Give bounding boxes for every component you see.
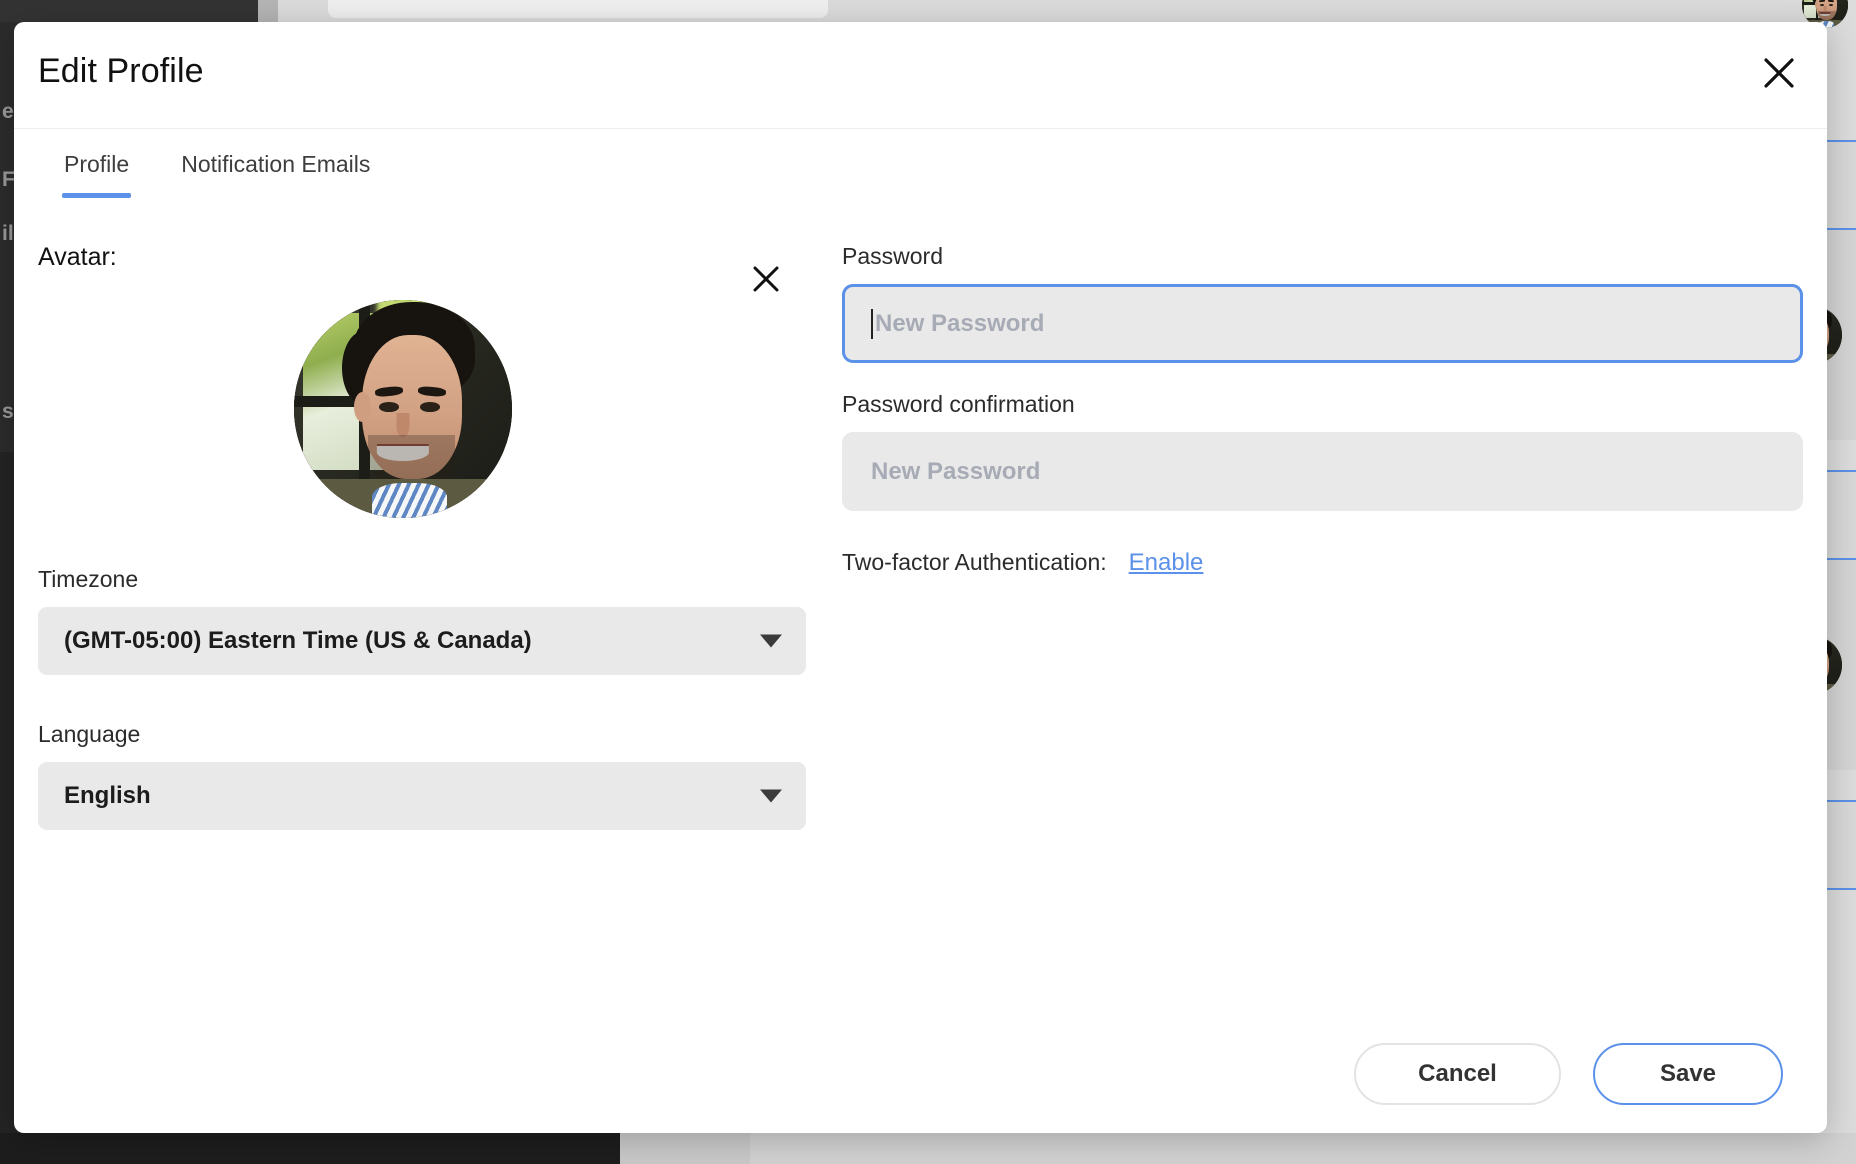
two-factor-enable-link[interactable]: Enable (1129, 549, 1204, 577)
timezone-group: Timezone (GMT-05:00) Eastern Time (US & … (38, 566, 806, 675)
password-confirmation-label: Password confirmation (842, 391, 1803, 418)
dialog-footer: Cancel Save (14, 1015, 1827, 1133)
timezone-value: (GMT-05:00) Eastern Time (US & Canada) (64, 627, 532, 655)
sidebar-fragment-2[interactable]: F (2, 168, 15, 192)
tab-active-indicator (62, 193, 131, 198)
tab-notification-emails[interactable]: Notification Emails (155, 129, 396, 178)
profile-right-column: Password New Password Password confirmat… (806, 243, 1803, 1015)
avatar-label: Avatar: (38, 243, 806, 272)
password-confirmation-placeholder: New Password (871, 458, 1040, 486)
background-search-input[interactable] (328, 0, 828, 18)
background-bottom-bar-mid (620, 1133, 750, 1164)
sidebar-fragment-1[interactable]: e (2, 100, 14, 124)
avatar-face-illustration (294, 300, 512, 518)
background-sidebar-header (0, 0, 258, 22)
tab-profile-label: Profile (64, 151, 129, 177)
password-label: Password (842, 243, 1803, 270)
timezone-label: Timezone (38, 566, 806, 593)
edit-profile-dialog: Edit Profile Profile Notification Emails… (14, 22, 1827, 1133)
two-factor-label: Two-factor Authentication: (842, 549, 1107, 576)
profile-left-column: Avatar: (38, 243, 806, 1015)
chevron-down-icon (760, 790, 782, 803)
avatar[interactable] (294, 300, 512, 518)
language-value: English (64, 782, 151, 810)
avatar-section (38, 300, 806, 520)
tab-notification-emails-label: Notification Emails (181, 151, 370, 177)
save-button[interactable]: Save (1593, 1043, 1783, 1105)
chevron-down-icon (760, 635, 782, 648)
background-bottom-bar-left (0, 1133, 620, 1164)
dialog-header: Edit Profile (14, 22, 1827, 129)
sidebar-fragment-4[interactable]: s (2, 400, 14, 424)
page-title: Edit Profile (38, 52, 204, 91)
password-confirmation-input[interactable]: New Password (842, 432, 1803, 511)
password-placeholder: New Password (875, 310, 1044, 338)
background-bottom-bar-right (750, 1133, 1856, 1164)
language-group: Language English (38, 721, 806, 830)
tab-profile[interactable]: Profile (38, 129, 155, 178)
remove-avatar-icon[interactable] (746, 259, 786, 299)
text-cursor (871, 309, 873, 339)
dialog-body: Avatar: (14, 207, 1827, 1015)
two-factor-row: Two-factor Authentication: Enable (842, 549, 1803, 577)
password-input[interactable]: New Password (842, 284, 1803, 363)
language-select[interactable]: English (38, 762, 806, 830)
language-label: Language (38, 721, 806, 748)
close-icon[interactable] (1755, 49, 1803, 97)
dialog-tabs: Profile Notification Emails (14, 129, 1827, 207)
sidebar-fragment-3[interactable]: il (2, 222, 14, 246)
cancel-button[interactable]: Cancel (1354, 1043, 1561, 1105)
timezone-select[interactable]: (GMT-05:00) Eastern Time (US & Canada) (38, 607, 806, 675)
